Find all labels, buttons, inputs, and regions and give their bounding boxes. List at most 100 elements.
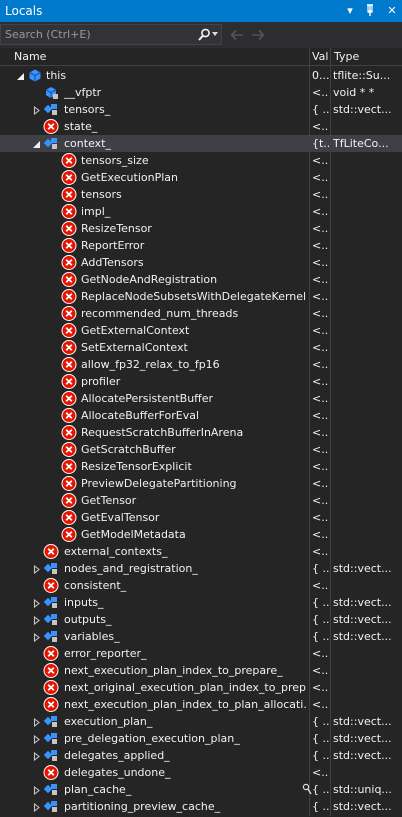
tree-row-getmodelmetadata[interactable]: GetModelMetadata <...: [0, 526, 402, 543]
tree-row-error-reporter[interactable]: error_reporter_ <...: [0, 645, 402, 662]
variable-value[interactable]: <...: [312, 358, 329, 371]
tree-row-next-execution-plan-index-to-prepare[interactable]: next_execution_plan_index_to_prepare_ <..…: [0, 662, 402, 679]
variable-value[interactable]: <...: [312, 443, 329, 456]
tree-row-getscratchbuffer[interactable]: GetScratchBuffer <...: [0, 441, 402, 458]
variable-value[interactable]: {t...: [312, 137, 329, 150]
collapsed-arrow-icon[interactable]: [32, 105, 41, 116]
tree-row-profiler[interactable]: profiler <...: [0, 373, 402, 390]
tree-row-partitioning-preview-cache[interactable]: partitioning_preview_cache_ { ... std::vec…: [0, 798, 402, 815]
tree-row-pre-delegation-execution-plan[interactable]: pre_delegation_execution_plan_ { ... std::…: [0, 730, 402, 747]
tree-row-getexecutionplan[interactable]: GetExecutionPlan <...: [0, 169, 402, 186]
tree-row-tensors[interactable]: tensors_ { ... std::vect...: [0, 101, 402, 118]
variable-value[interactable]: <...: [312, 477, 329, 490]
search-box[interactable]: [0, 24, 222, 45]
close-icon[interactable]: ✕: [384, 2, 400, 19]
tree-row-reporterror[interactable]: ReportError <...: [0, 237, 402, 254]
variable-value[interactable]: <...: [312, 664, 329, 677]
variable-value[interactable]: <...: [312, 324, 329, 337]
tree-row-resizetensor[interactable]: ResizeTensor <...: [0, 220, 402, 237]
tree-row-variables[interactable]: variables_ { ... std::vect...: [0, 628, 402, 645]
tree-row-setexternalcontext[interactable]: SetExternalContext <...: [0, 339, 402, 356]
variable-value[interactable]: <...: [312, 120, 329, 133]
variable-value[interactable]: <...: [312, 494, 329, 507]
collapsed-arrow-icon[interactable]: [32, 785, 41, 796]
collapsed-arrow-icon[interactable]: [32, 632, 41, 643]
variable-value[interactable]: <...: [312, 545, 329, 558]
collapsed-arrow-icon[interactable]: [32, 734, 41, 745]
collapsed-arrow-icon[interactable]: [32, 564, 41, 575]
tree-row-getnodeandregistration[interactable]: GetNodeAndRegistration <...: [0, 271, 402, 288]
tree-row-tensors[interactable]: tensors <...: [0, 186, 402, 203]
variable-value[interactable]: <...: [312, 528, 329, 541]
tree-row-allow-fp32-relax-to-fp16[interactable]: allow_fp32_relax_to_fp16 <...: [0, 356, 402, 373]
variable-value[interactable]: { ...: [312, 613, 329, 626]
tree-row-previewdelegatepartitioning[interactable]: PreviewDelegatePartitioning <...: [0, 475, 402, 492]
variable-value[interactable]: <...: [312, 766, 329, 779]
tree-row-allocatebufferforeval[interactable]: AllocateBufferForEval <...: [0, 407, 402, 424]
tree-row-addtensors[interactable]: AddTensors <...: [0, 254, 402, 271]
variable-value[interactable]: <...: [312, 171, 329, 184]
search-icon[interactable]: [196, 27, 212, 43]
variable-value[interactable]: <...: [312, 205, 329, 218]
expanded-arrow-icon[interactable]: [32, 139, 41, 148]
variable-value[interactable]: 0...: [312, 69, 329, 82]
column-header-name[interactable]: Name: [14, 50, 46, 63]
search-back-arrow-icon[interactable]: [229, 27, 245, 43]
variable-value[interactable]: <...: [312, 239, 329, 252]
tree-row-this[interactable]: this 0... tflite::Su...: [0, 67, 402, 84]
variable-value[interactable]: <...: [312, 426, 329, 439]
tree-row-delegates-undone[interactable]: delegates_undone_ <...: [0, 764, 402, 781]
tree-row-resizetensorexplicit[interactable]: ResizeTensorExplicit <...: [0, 458, 402, 475]
variable-value[interactable]: { ...: [312, 630, 329, 643]
pin-icon[interactable]: [362, 2, 378, 19]
variable-value[interactable]: <...: [312, 460, 329, 473]
tree-row-context[interactable]: context_ {t... TfLiteCo...: [0, 135, 402, 152]
tree-row-state[interactable]: state_ <...: [0, 118, 402, 135]
variable-value[interactable]: <...: [312, 375, 329, 388]
tree-row-vfptr[interactable]: __vfptr <... void * *: [0, 84, 402, 101]
tree-row-consistent[interactable]: consistent_ <...: [0, 577, 402, 594]
tree-row-getexternalcontext[interactable]: GetExternalContext <...: [0, 322, 402, 339]
variable-value[interactable]: <...: [312, 698, 329, 711]
variable-value[interactable]: { ...: [312, 800, 329, 813]
variable-value[interactable]: { ...: [312, 749, 329, 762]
visualizer-lens-icon[interactable]: [302, 783, 312, 795]
tree-row-next-execution-plan-index-to-plan-allocati[interactable]: next_execution_plan_index_to_plan_alloca…: [0, 696, 402, 713]
search-depth-dropdown-icon[interactable]: [212, 32, 218, 36]
variable-value[interactable]: <...: [312, 511, 329, 524]
variable-value[interactable]: <...: [312, 188, 329, 201]
variable-value[interactable]: <...: [312, 681, 329, 694]
tree-row-nodes-and-registration[interactable]: nodes_and_registration_ { ... std::vect...: [0, 560, 402, 577]
variable-value[interactable]: { ...: [312, 562, 329, 575]
search-input[interactable]: [5, 26, 191, 43]
tree-row-outputs[interactable]: outputs_ { ... std::vect...: [0, 611, 402, 628]
variable-value[interactable]: <...: [312, 392, 329, 405]
variable-value[interactable]: { ...: [312, 732, 329, 745]
column-header-type[interactable]: Type: [334, 50, 359, 63]
tree-row-recommended-num-threads[interactable]: recommended_num_threads <...: [0, 305, 402, 322]
variable-value[interactable]: <...: [312, 290, 329, 303]
variable-value[interactable]: <...: [312, 307, 329, 320]
tree-row-plan-cache[interactable]: plan_cache_ { ... std::uniq...: [0, 781, 402, 798]
tree-row-delegates-applied[interactable]: delegates_applied_ { ... std::vect...: [0, 747, 402, 764]
collapsed-arrow-icon[interactable]: [32, 717, 41, 728]
variable-value[interactable]: { ...: [312, 783, 329, 796]
tree-row-external-contexts[interactable]: external_contexts_ <...: [0, 543, 402, 560]
variable-value[interactable]: { ...: [312, 715, 329, 728]
variable-value[interactable]: <...: [312, 647, 329, 660]
variable-value[interactable]: <...: [312, 579, 329, 592]
tree-row-tensors-size[interactable]: tensors_size <...: [0, 152, 402, 169]
collapsed-arrow-icon[interactable]: [32, 751, 41, 762]
variable-value[interactable]: <...: [312, 273, 329, 286]
expanded-arrow-icon[interactable]: [16, 71, 25, 80]
variable-value[interactable]: <...: [312, 222, 329, 235]
variable-value[interactable]: <...: [312, 409, 329, 422]
variable-value[interactable]: <...: [312, 86, 329, 99]
collapsed-arrow-icon[interactable]: [32, 802, 41, 813]
tree-row-execution-plan[interactable]: execution_plan_ { ... std::vect...: [0, 713, 402, 730]
tree-row-requestscratchbufferinarena[interactable]: RequestScratchBufferInArena <...: [0, 424, 402, 441]
collapsed-arrow-icon[interactable]: [32, 598, 41, 609]
column-header-value[interactable]: Val: [312, 50, 328, 63]
tree-row-next-original-execution-plan-index-to-prep[interactable]: next_original_execution_plan_index_to_pr…: [0, 679, 402, 696]
search-forward-arrow-icon[interactable]: [250, 27, 266, 43]
